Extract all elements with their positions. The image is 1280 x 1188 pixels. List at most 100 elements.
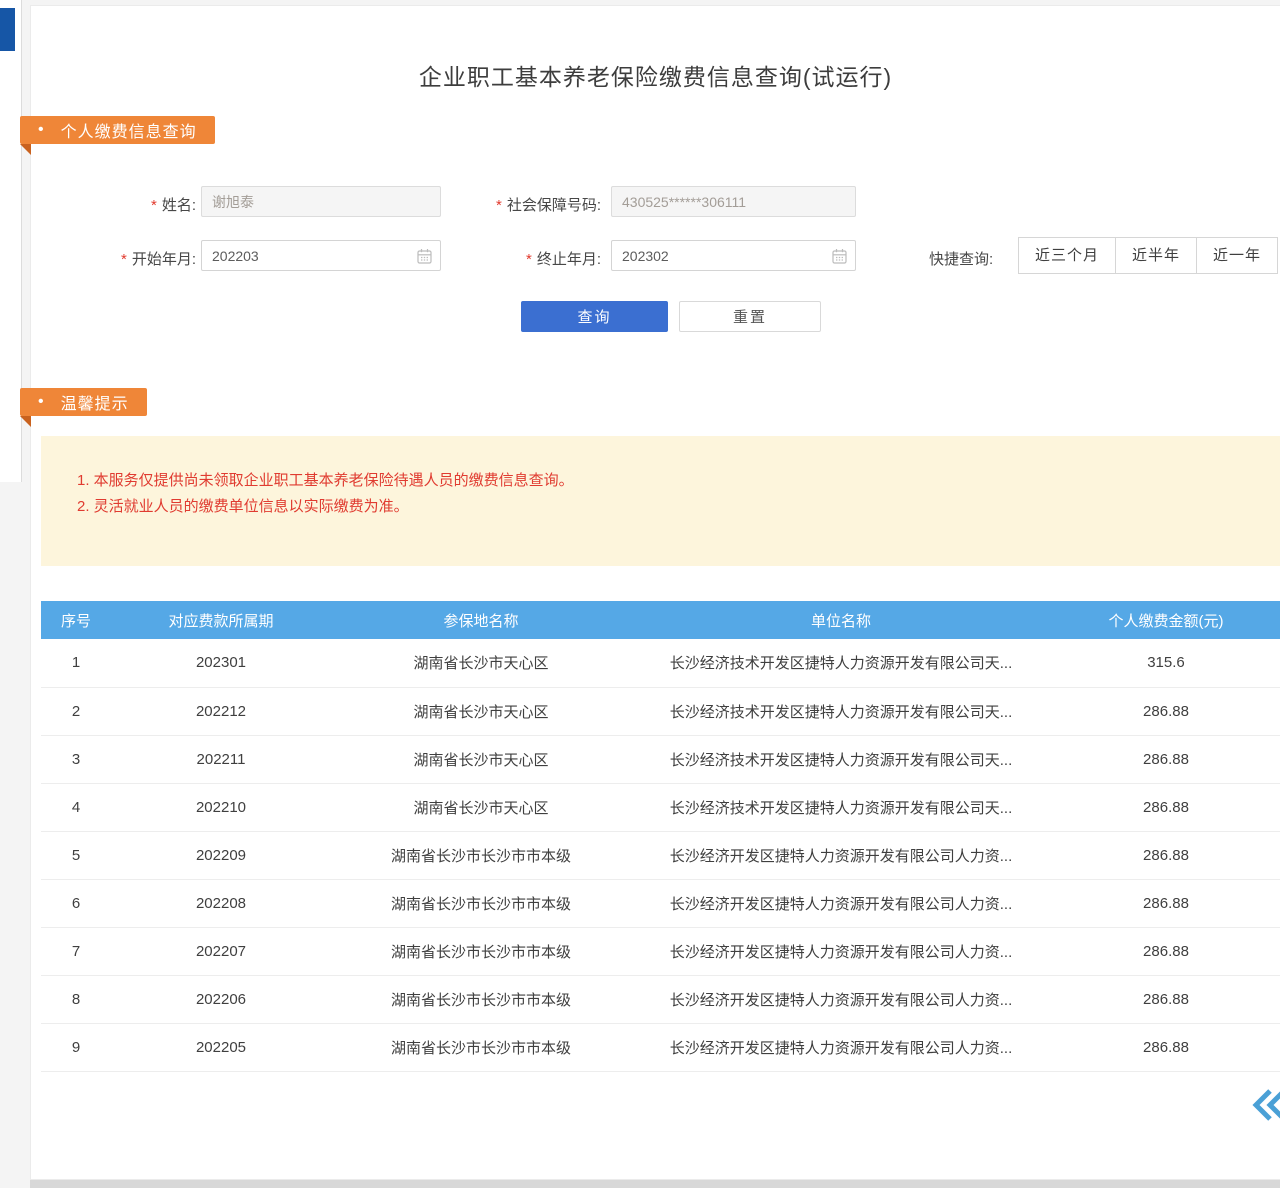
- table-cell: 202206: [111, 975, 331, 1023]
- table-cell: 8: [41, 975, 111, 1023]
- end-month-label: *终止年月:: [451, 248, 601, 269]
- table-cell: 长沙经济技术开发区捷特人力资源开发有限公司天...: [631, 735, 1051, 783]
- start-month-label: *开始年月:: [86, 248, 196, 269]
- section-header-label: 个人缴费信息查询: [61, 118, 197, 142]
- quick-query-label: 快捷查询:: [929, 248, 1009, 269]
- table-cell: 202210: [111, 783, 331, 831]
- section-header-tips: • 温馨提示: [20, 388, 147, 416]
- table-cell: 湖南省长沙市天心区: [331, 687, 631, 735]
- ribbon-fold: [20, 416, 31, 427]
- col-company: 单位名称: [631, 601, 1051, 639]
- table-cell: 湖南省长沙市长沙市市本级: [331, 831, 631, 879]
- page: 企业职工基本养老保险缴费信息查询(试运行) • 个人缴费信息查询 *姓名: *社…: [0, 0, 1280, 1188]
- payment-records-table: 序号 对应费款所属期 参保地名称 单位名称 个人缴费金额(元) 1202301湖…: [41, 601, 1280, 1072]
- main-panel: 企业职工基本养老保险缴费信息查询(试运行) • 个人缴费信息查询 *姓名: *社…: [30, 5, 1280, 1180]
- end-month-field-wrap: [611, 240, 856, 271]
- table-cell: 长沙经济开发区捷特人力资源开发有限公司人力资...: [631, 831, 1051, 879]
- table-cell: 315.6: [1051, 639, 1280, 687]
- table-cell: 湖南省长沙市天心区: [331, 735, 631, 783]
- table-cell: 6: [41, 879, 111, 927]
- table-cell: 202208: [111, 879, 331, 927]
- table-cell: 1: [41, 639, 111, 687]
- table-cell: 9: [41, 1023, 111, 1071]
- end-month-input[interactable]: [611, 240, 856, 271]
- name-input[interactable]: [201, 186, 441, 217]
- required-asterisk: *: [526, 251, 532, 268]
- reset-button[interactable]: 重置: [679, 301, 821, 332]
- table-cell: 286.88: [1051, 975, 1280, 1023]
- calendar-icon[interactable]: [832, 248, 847, 264]
- required-asterisk: *: [151, 197, 157, 214]
- tip-line: 1. 本服务仅提供尚未领取企业职工基本养老保险待遇人员的缴费信息查询。: [77, 468, 1261, 494]
- ribbon-fold: [20, 144, 31, 155]
- table-row: 5202209湖南省长沙市长沙市市本级长沙经济开发区捷特人力资源开发有限公司人力…: [41, 831, 1280, 879]
- quick-last-year-button[interactable]: 近一年: [1196, 237, 1278, 274]
- ssn-input[interactable]: [611, 186, 856, 217]
- required-asterisk: *: [121, 251, 127, 268]
- ssn-field-wrap: [611, 186, 856, 217]
- table-row: 6202208湖南省长沙市长沙市市本级长沙经济开发区捷特人力资源开发有限公司人力…: [41, 879, 1280, 927]
- table-cell: 湖南省长沙市长沙市市本级: [331, 1023, 631, 1071]
- table-cell: 286.88: [1051, 735, 1280, 783]
- table-cell: 4: [41, 783, 111, 831]
- col-area: 参保地名称: [331, 601, 631, 639]
- table-cell: 3: [41, 735, 111, 783]
- table-cell: 2: [41, 687, 111, 735]
- table-cell: 湖南省长沙市天心区: [331, 639, 631, 687]
- table-header: 序号 对应费款所属期 参保地名称 单位名称 个人缴费金额(元): [41, 601, 1280, 639]
- table-cell: 7: [41, 927, 111, 975]
- table-cell: 湖南省长沙市长沙市市本级: [331, 879, 631, 927]
- col-seq: 序号: [41, 601, 111, 639]
- table-cell: 286.88: [1051, 879, 1280, 927]
- table-cell: 286.88: [1051, 831, 1280, 879]
- page-title: 企业职工基本养老保险缴费信息查询(试运行): [31, 58, 1280, 92]
- table-row: 2202212湖南省长沙市天心区长沙经济技术开发区捷特人力资源开发有限公司天..…: [41, 687, 1280, 735]
- start-month-input[interactable]: [201, 240, 441, 271]
- table-cell: 286.88: [1051, 927, 1280, 975]
- col-amount: 个人缴费金额(元): [1051, 601, 1280, 639]
- table-cell: 湖南省长沙市天心区: [331, 783, 631, 831]
- table-cell: 286.88: [1051, 1023, 1280, 1071]
- table-row: 3202211湖南省长沙市天心区长沙经济技术开发区捷特人力资源开发有限公司天..…: [41, 735, 1280, 783]
- ssn-label: *社会保障号码:: [451, 194, 601, 215]
- table-cell: 286.88: [1051, 687, 1280, 735]
- bullet-icon: •: [38, 121, 45, 139]
- table-cell: 长沙经济技术开发区捷特人力资源开发有限公司天...: [631, 687, 1051, 735]
- start-month-field-wrap: [201, 240, 441, 271]
- name-field-wrap: [201, 186, 441, 217]
- table-cell: 202205: [111, 1023, 331, 1071]
- section-header-label: 温馨提示: [61, 390, 129, 414]
- table-row: 8202206湖南省长沙市长沙市市本级长沙经济开发区捷特人力资源开发有限公司人力…: [41, 975, 1280, 1023]
- table-row: 4202210湖南省长沙市天心区长沙经济技术开发区捷特人力资源开发有限公司天..…: [41, 783, 1280, 831]
- collapse-double-left-chevron-icon[interactable]: [1246, 1084, 1280, 1128]
- table-cell: 5: [41, 831, 111, 879]
- quick-query-group: 近三个月 近半年 近一年: [1019, 237, 1278, 274]
- quick-last-3-months-button[interactable]: 近三个月: [1018, 237, 1116, 274]
- collapsed-sidebar-rail: [0, 0, 22, 482]
- query-button[interactable]: 查询: [521, 301, 668, 332]
- bullet-icon: •: [38, 393, 45, 411]
- table-cell: 湖南省长沙市长沙市市本级: [331, 975, 631, 1023]
- tip-line: 2. 灵活就业人员的缴费单位信息以实际缴费为准。: [77, 494, 1261, 520]
- table-cell: 长沙经济开发区捷特人力资源开发有限公司人力资...: [631, 927, 1051, 975]
- bottom-scroll-track[interactable]: [30, 1180, 1280, 1188]
- table-cell: 202211: [111, 735, 331, 783]
- table-cell: 202212: [111, 687, 331, 735]
- table-cell: 202301: [111, 639, 331, 687]
- sidebar-toggle-tab[interactable]: [0, 8, 15, 51]
- table-cell: 长沙经济开发区捷特人力资源开发有限公司人力资...: [631, 975, 1051, 1023]
- table-cell: 长沙经济技术开发区捷特人力资源开发有限公司天...: [631, 639, 1051, 687]
- required-asterisk: *: [496, 197, 502, 214]
- table-row: 9202205湖南省长沙市长沙市市本级长沙经济开发区捷特人力资源开发有限公司人力…: [41, 1023, 1280, 1071]
- quick-last-half-year-button[interactable]: 近半年: [1115, 237, 1197, 274]
- col-period: 对应费款所属期: [111, 601, 331, 639]
- warm-tips-box: 1. 本服务仅提供尚未领取企业职工基本养老保险待遇人员的缴费信息查询。 2. 灵…: [41, 436, 1280, 566]
- table-cell: 202209: [111, 831, 331, 879]
- name-label: *姓名:: [86, 194, 196, 215]
- table-cell: 286.88: [1051, 783, 1280, 831]
- table-row: 7202207湖南省长沙市长沙市市本级长沙经济开发区捷特人力资源开发有限公司人力…: [41, 927, 1280, 975]
- table-row: 1202301湖南省长沙市天心区长沙经济技术开发区捷特人力资源开发有限公司天..…: [41, 639, 1280, 687]
- calendar-icon[interactable]: [417, 248, 432, 264]
- table-cell: 长沙经济开发区捷特人力资源开发有限公司人力资...: [631, 879, 1051, 927]
- table-cell: 长沙经济技术开发区捷特人力资源开发有限公司天...: [631, 783, 1051, 831]
